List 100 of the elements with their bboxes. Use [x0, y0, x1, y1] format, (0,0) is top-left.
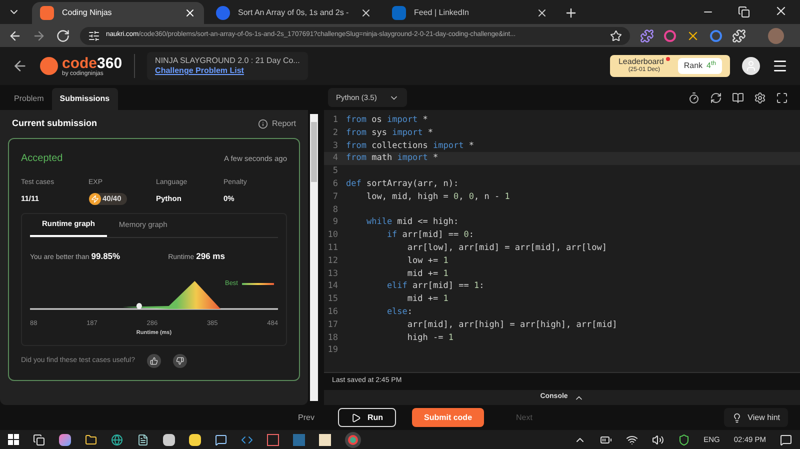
user-avatar[interactable]: [742, 57, 760, 75]
code-line: mid += 1: [406, 268, 448, 280]
line-number: 17: [326, 318, 339, 332]
fullscreen-icon[interactable]: [776, 92, 788, 104]
code-line: elif arr[mid] == 1:: [386, 280, 484, 294]
windows-start-icon[interactable]: [8, 434, 19, 445]
line-number: 11: [326, 242, 339, 255]
site-logo-icon: [392, 6, 406, 20]
user-icon: [745, 60, 757, 72]
line-number: 1: [332, 114, 339, 127]
settings-icon[interactable]: [754, 92, 766, 104]
site-logo-icon: [40, 6, 54, 20]
close-icon[interactable]: [360, 7, 372, 19]
menu-icon[interactable]: [772, 58, 788, 74]
line-number: 3: [332, 140, 339, 152]
restore-icon[interactable]: [738, 6, 750, 18]
line-number: 2: [332, 126, 339, 140]
view-hint-button[interactable]: View hint: [724, 408, 788, 427]
code-line: from sys import *: [346, 126, 434, 140]
panel-tab[interactable]: Problem: [6, 88, 52, 110]
report-button[interactable]: Report: [258, 118, 296, 130]
code-line: from os import *: [346, 114, 428, 127]
code-line: low += 1: [406, 254, 448, 268]
code-line: def sortArray(arr, n):: [346, 178, 459, 191]
close-icon[interactable]: [774, 4, 788, 18]
thumbs-down-button[interactable]: [173, 354, 188, 368]
bookmark-icon[interactable]: [610, 30, 622, 42]
challenge-list-link[interactable]: Challenge Problem List: [155, 66, 300, 76]
line-number: 13: [326, 268, 339, 280]
forward-icon[interactable]: [32, 28, 46, 42]
thumbs-up-button[interactable]: [147, 354, 162, 368]
logo-text: code360: [62, 56, 122, 70]
extensions-icon[interactable]: [732, 28, 746, 42]
leaderboard-label: Leaderboard: [618, 57, 664, 66]
line-number: 16: [326, 306, 339, 319]
extension-icon[interactable]: [710, 30, 722, 42]
timer-icon[interactable]: [688, 92, 700, 104]
task-view-icon[interactable]: [33, 434, 45, 446]
line-number: 19: [326, 344, 339, 358]
code-line: while mid <= high:: [365, 216, 459, 230]
panel-tab[interactable]: Submissions: [52, 88, 118, 110]
event-title: NINJA SLAYGROUND 2.0 : 21 Day Co...: [155, 56, 300, 66]
legend-gradient-icon: [242, 282, 274, 285]
volume-icon[interactable]: [652, 434, 664, 446]
rank-label: Rank: [684, 60, 703, 72]
back-icon[interactable]: [12, 58, 28, 74]
code-line: high -= 1: [406, 332, 454, 344]
site-settings-icon[interactable]: [88, 30, 100, 42]
close-icon[interactable]: [184, 7, 196, 19]
code-line: if arr[mid] == 0:: [386, 229, 474, 242]
line-number: 14: [326, 280, 339, 294]
code-editor-icon[interactable]: [241, 434, 253, 446]
browser-icon[interactable]: [111, 434, 123, 446]
thumbs-up-icon: [150, 357, 158, 365]
back-icon[interactable]: [8, 28, 22, 42]
app-icon[interactable]: [163, 434, 175, 446]
browser-tab[interactable]: Sort An Array of 0s, 1s and 2s -: [208, 2, 380, 24]
line-number: 18: [326, 332, 339, 344]
document-icon[interactable]: [137, 434, 149, 446]
line-number: 15: [326, 293, 339, 306]
prev-button[interactable]: Prev: [290, 412, 322, 424]
browser-tab[interactable]: Coding Ninjas: [32, 2, 204, 24]
lightbulb-icon: [732, 412, 742, 422]
status-text: Accepted: [21, 152, 63, 166]
line-number: 5: [332, 165, 339, 178]
notifications-icon[interactable]: [780, 434, 792, 446]
app-icon[interactable]: [59, 434, 71, 446]
code-line: arr[mid], arr[high] = arr[high], arr[mid]: [406, 318, 618, 332]
extension-icon[interactable]: [664, 30, 676, 42]
code-line: low, mid, high = 0, 0, n - 1: [365, 190, 510, 204]
close-icon[interactable]: [536, 7, 548, 19]
shield-icon[interactable]: [678, 434, 690, 446]
line-number: 9: [332, 216, 339, 230]
battery-icon[interactable]: [600, 434, 612, 446]
line-number: 4: [332, 152, 339, 166]
run-button[interactable]: Run: [338, 408, 396, 427]
lightning-icon: [88, 192, 100, 204]
code-line: else:: [386, 306, 413, 319]
line-number: 12: [326, 254, 339, 268]
folder-icon[interactable]: [85, 434, 97, 446]
puzzle-icon[interactable]: [640, 28, 654, 42]
new-tab-icon[interactable]: [564, 6, 578, 20]
wifi-icon[interactable]: [626, 434, 638, 446]
chat-icon[interactable]: [215, 434, 227, 446]
app-icon[interactable]: [319, 434, 331, 446]
browser-tab[interactable]: Feed | LinkedIn: [384, 2, 556, 24]
site-logo-icon: [216, 6, 230, 20]
browser-icon[interactable]: [345, 432, 361, 448]
line-number: 10: [326, 229, 339, 242]
note-icon[interactable]: [189, 434, 201, 446]
reset-icon[interactable]: [710, 92, 722, 104]
reload-icon[interactable]: [56, 28, 70, 42]
app-icon[interactable]: [267, 434, 279, 446]
line-number: 7: [332, 190, 339, 204]
thumbs-down-icon: [176, 357, 184, 365]
play-icon: [351, 412, 362, 422]
book-icon[interactable]: [732, 92, 744, 104]
code-line: mid += 1: [406, 293, 448, 306]
code-line: arr[low], arr[mid] = arr[mid], arr[low]: [406, 242, 607, 255]
scrollbar[interactable]: [310, 114, 318, 401]
